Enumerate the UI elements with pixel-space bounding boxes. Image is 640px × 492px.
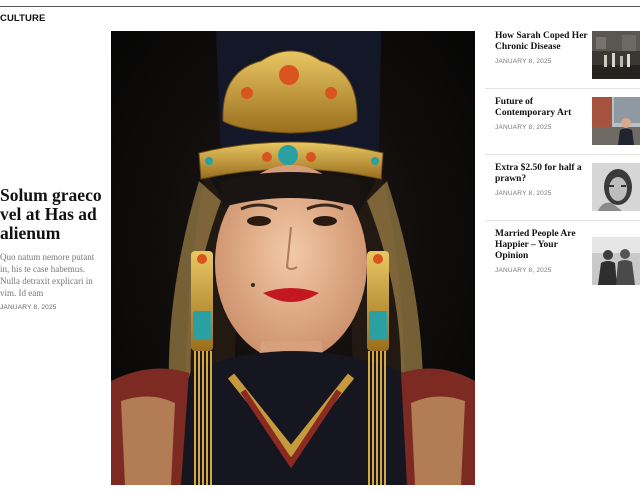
city-man-photo-icon[interactable] <box>592 97 640 145</box>
top-rule <box>0 6 640 7</box>
story-title[interactable]: How Sarah Coped Her Chronic Disease <box>495 31 589 53</box>
story-item[interactable]: Married People Are Happier – Your Opinio… <box>485 229 640 293</box>
story-list: How Sarah Coped Her Chronic Disease JANU… <box>485 31 640 293</box>
feature-title[interactable]: Solum graeco vel at Has ad alienum <box>0 186 104 243</box>
story-item[interactable]: How Sarah Coped Her Chronic Disease JANU… <box>485 31 640 89</box>
street-scene-photo-icon[interactable] <box>592 31 640 79</box>
story-item[interactable]: Future of Contemporary Art JANUARY 8, 20… <box>485 97 640 155</box>
story-title[interactable]: Future of Contemporary Art <box>495 97 589 119</box>
story-title[interactable]: Extra $2.50 for half a prawn? <box>495 163 589 185</box>
story-item[interactable]: Extra $2.50 for half a prawn? JANUARY 8,… <box>485 163 640 221</box>
woman-portrait-bw-photo-icon[interactable] <box>592 163 640 211</box>
feature-excerpt: Quo natum nemore putant in, his te case … <box>0 252 95 298</box>
feature-image[interactable] <box>111 31 475 485</box>
story-date: JANUARY 8, 2025 <box>495 124 552 131</box>
story-title[interactable]: Married People Are Happier – Your Opinio… <box>495 229 589 262</box>
feature-article: Solum graeco vel at Has ad alienum Quo n… <box>0 186 104 312</box>
story-date: JANUARY 8, 2025 <box>495 58 552 65</box>
couple-bw-photo-icon[interactable] <box>592 237 640 285</box>
feature-date: JANUARY 8, 2025 <box>0 304 57 311</box>
story-date: JANUARY 8, 2025 <box>495 190 552 197</box>
section-label[interactable]: CULTURE <box>0 13 45 24</box>
story-date: JANUARY 8, 2025 <box>495 267 552 274</box>
